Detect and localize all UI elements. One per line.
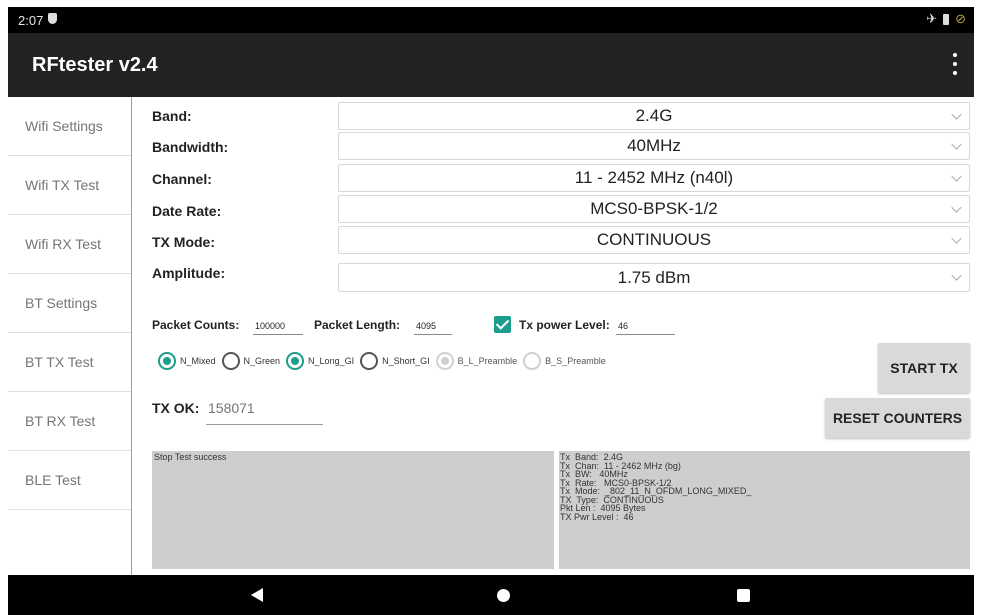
status-bar: 2:07 ✈ ⊘ bbox=[8, 7, 974, 33]
radio-group: N_Mixed N_Green N_Long_GI N_Short_GI B_L… bbox=[158, 352, 612, 370]
sidebar-item-bt-settings[interactable]: BT Settings bbox=[8, 274, 131, 333]
chevron-down-icon bbox=[951, 139, 962, 150]
sidebar-item-label: BT Settings bbox=[25, 295, 98, 311]
radio-b-l-preamble[interactable]: B_L_Preamble bbox=[435, 352, 518, 370]
date-rate-select[interactable]: MCS0-BPSK-1/2 bbox=[338, 195, 970, 223]
sidebar: Wifi Settings Wifi TX Test Wifi RX Test … bbox=[8, 97, 132, 575]
airplane-icon: ✈ bbox=[926, 11, 938, 26]
sidebar-item-bt-tx-test[interactable]: BT TX Test bbox=[8, 333, 131, 392]
chevron-down-icon bbox=[951, 233, 962, 244]
channel-value: 11 - 2452 MHz (n40l) bbox=[574, 168, 734, 187]
radio-b-s-preamble[interactable]: B_S_Preamble bbox=[523, 352, 606, 370]
radio-dot bbox=[158, 352, 176, 370]
radio-n-short-gi[interactable]: N_Short_GI bbox=[360, 352, 430, 370]
screen: 2:07 ✈ ⊘ RFtester v2.4 Wifi Settings Wif… bbox=[0, 0, 982, 615]
sidebar-item-label: BLE Test bbox=[25, 472, 81, 488]
radio-n-green[interactable]: N_Green bbox=[221, 352, 281, 370]
home-circle-icon[interactable] bbox=[497, 589, 510, 602]
start-tx-button[interactable]: START TX bbox=[878, 343, 970, 393]
radio-dot bbox=[221, 352, 240, 370]
bandwidth-label: Bandwidth: bbox=[152, 139, 229, 155]
radio-n-mixed[interactable]: N_Mixed bbox=[158, 352, 216, 370]
sidebar-item-bt-rx-test[interactable]: BT RX Test bbox=[8, 392, 131, 451]
sidebar-item-label: Wifi TX Test bbox=[25, 177, 100, 193]
tx-ok-label: TX OK: bbox=[152, 400, 200, 416]
sidebar-item-wifi-settings[interactable]: Wifi Settings bbox=[8, 97, 131, 156]
radio-label: N_Short_GI bbox=[382, 356, 430, 366]
tx-mode-label: TX Mode: bbox=[152, 234, 215, 250]
radio-dot bbox=[360, 352, 379, 370]
back-triangle-icon[interactable] bbox=[251, 588, 263, 602]
chevron-down-icon bbox=[951, 171, 962, 182]
reset-counters-button[interactable]: RESET COUNTERS bbox=[825, 398, 970, 438]
log-left-text: Stop Test success bbox=[154, 452, 227, 462]
radio-label: N_Mixed bbox=[180, 356, 216, 366]
sidebar-item-label: Wifi RX Test bbox=[25, 236, 101, 252]
bandwidth-select[interactable]: 40MHz bbox=[338, 132, 970, 160]
packet-counts-label: Packet Counts: bbox=[152, 318, 240, 332]
radio-dot bbox=[286, 352, 305, 370]
sidebar-item-label: BT RX Test bbox=[25, 413, 96, 429]
channel-select[interactable]: 11 - 2452 MHz (n40l) bbox=[338, 164, 970, 192]
app-title: RFtester v2.4 bbox=[32, 54, 158, 76]
more-vert-icon[interactable] bbox=[952, 53, 958, 75]
bandwidth-value: 40MHz bbox=[627, 136, 681, 155]
chevron-down-icon bbox=[951, 202, 962, 213]
status-time: 2:07 bbox=[18, 13, 44, 28]
amplitude-select[interactable]: 1.75 dBm bbox=[338, 263, 970, 292]
tx-power-field[interactable] bbox=[616, 317, 675, 335]
tx-mode-select[interactable]: CONTINUOUS bbox=[338, 226, 970, 254]
log-right: Tx Band: 2.4G Tx Chan: 11 - 2462 MHz (bg… bbox=[559, 451, 970, 569]
tx-ok-value: 158071 bbox=[206, 397, 323, 425]
amplitude-label: Amplitude: bbox=[152, 265, 226, 281]
radio-dot bbox=[523, 352, 542, 370]
main-panel: Band: 2.4G Bandwidth: 40MHz Channel: 11 … bbox=[133, 97, 974, 575]
tx-power-checkbox[interactable] bbox=[494, 316, 511, 333]
packet-length-label: Packet Length: bbox=[314, 318, 401, 332]
date-rate-label: Date Rate: bbox=[152, 203, 222, 219]
status-icons: ✈ ⊘ bbox=[926, 11, 966, 27]
date-rate-value: MCS0-BPSK-1/2 bbox=[590, 199, 718, 218]
battery-icon bbox=[943, 13, 950, 25]
band-value: 2.4G bbox=[635, 106, 673, 125]
radio-label: N_Green bbox=[243, 356, 281, 366]
tx-mode-value: CONTINUOUS bbox=[596, 230, 712, 249]
amplitude-value: 1.75 dBm bbox=[617, 267, 691, 287]
recents-square-icon[interactable] bbox=[737, 589, 750, 602]
sidebar-item-label: Wifi Settings bbox=[25, 118, 103, 134]
sidebar-item-ble-test[interactable]: BLE Test bbox=[8, 451, 131, 510]
sidebar-item-label: BT TX Test bbox=[25, 354, 94, 370]
app-bar: RFtester v2.4 bbox=[8, 33, 974, 97]
tx-power-label: Tx power Level: bbox=[519, 318, 610, 332]
no-signal-icon: ⊘ bbox=[955, 11, 966, 26]
radio-label: B_L_Preamble bbox=[457, 356, 518, 366]
radio-dot bbox=[435, 352, 454, 370]
sidebar-item-wifi-rx-test[interactable]: Wifi RX Test bbox=[8, 215, 131, 274]
chevron-down-icon bbox=[951, 270, 962, 281]
channel-label: Channel: bbox=[152, 171, 212, 187]
sidebar-item-wifi-tx-test[interactable]: Wifi TX Test bbox=[8, 156, 131, 215]
packet-length-field[interactable] bbox=[414, 317, 452, 335]
packet-counts-field[interactable] bbox=[253, 317, 303, 335]
chevron-down-icon bbox=[951, 109, 962, 120]
nav-bar bbox=[8, 575, 974, 615]
shield-icon bbox=[48, 13, 57, 24]
band-label: Band: bbox=[152, 108, 192, 124]
radio-label: B_S_Preamble bbox=[545, 356, 606, 366]
band-select[interactable]: 2.4G bbox=[338, 102, 970, 130]
radio-n-long-gi[interactable]: N_Long_GI bbox=[286, 352, 354, 370]
log-line: TX Pwr Level : 46 bbox=[560, 511, 634, 522]
radio-label: N_Long_GI bbox=[308, 356, 355, 366]
log-left: Stop Test success bbox=[152, 451, 554, 569]
